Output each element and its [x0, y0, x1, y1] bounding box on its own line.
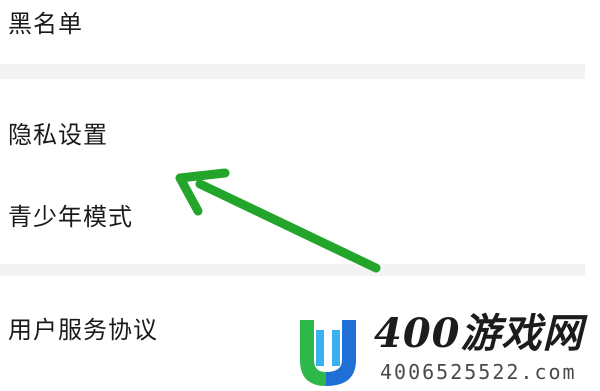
watermark-title: 400游戏网 — [374, 310, 584, 357]
section-divider — [0, 64, 585, 79]
settings-item-privacy[interactable]: 隐私设置 — [0, 79, 585, 171]
settings-screen: 黑名单 隐私设置 青少年模式 用户服务协议 400游戏网 4006525522.… — [0, 0, 600, 391]
watermark-phone: 4006525522.com — [380, 360, 577, 384]
site-watermark: 400游戏网 4006525522.com — [296, 300, 598, 388]
settings-item-label: 黑名单 — [8, 10, 83, 38]
settings-item-label: 用户服务协议 — [8, 316, 158, 344]
settings-item-youth-mode[interactable]: 青少年模式 — [0, 171, 585, 263]
watermark-logo-icon — [300, 320, 356, 386]
settings-item-label: 青少年模式 — [8, 203, 133, 231]
settings-item-label: 隐私设置 — [8, 121, 108, 149]
section-divider — [0, 264, 585, 276]
settings-item-blacklist[interactable]: 黑名单 — [0, 0, 585, 62]
